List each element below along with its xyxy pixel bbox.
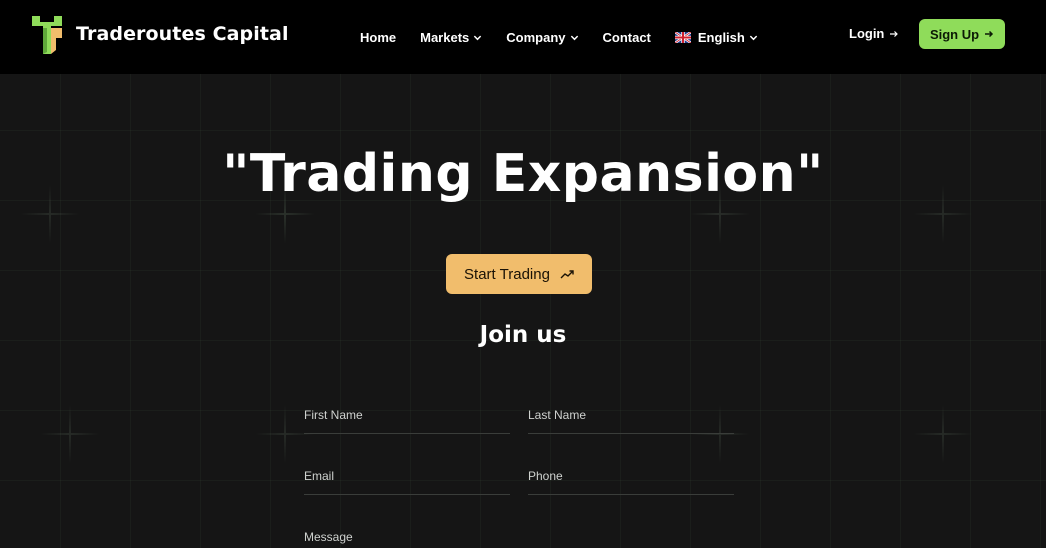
navbar: Traderoutes Capital Home Markets Company…	[0, 0, 1046, 74]
first-name-label: First Name	[304, 408, 363, 422]
chevron-down-icon	[570, 35, 578, 40]
main-nav: Home Markets Company Contact English	[360, 0, 782, 74]
nav-company-label: Company	[506, 29, 566, 45]
last-name-field[interactable]: Last Name	[528, 406, 734, 434]
email-field[interactable]: Email	[304, 467, 510, 495]
uk-flag-icon	[674, 31, 691, 43]
brand-name: Traderoutes Capital	[76, 23, 289, 45]
login-label: Login	[849, 26, 885, 41]
hero-title: "Trading Expansion"	[222, 144, 824, 204]
language-selector[interactable]: English	[674, 29, 758, 45]
chevron-down-icon	[749, 35, 758, 40]
trending-up-icon	[560, 270, 574, 279]
message-label: Message	[304, 530, 353, 544]
nav-home[interactable]: Home	[360, 30, 396, 45]
login-link[interactable]: Login	[849, 26, 899, 41]
arrow-right-icon	[890, 30, 899, 37]
nav-contact[interactable]: Contact	[603, 30, 651, 45]
hero-section: "Trading Expansion" Start Trading Join u…	[0, 74, 1046, 548]
arrow-right-icon	[985, 30, 994, 38]
language-label: English	[697, 29, 745, 45]
start-trading-button[interactable]: Start Trading	[446, 254, 592, 294]
signup-label: Sign Up	[929, 26, 980, 42]
message-field[interactable]: Message	[304, 528, 734, 548]
traderoutes-logo-icon	[32, 16, 62, 54]
nav-markets[interactable]: Markets	[420, 30, 482, 45]
brand[interactable]: Traderoutes Capital	[32, 14, 289, 54]
join-us-title: Join us	[479, 322, 567, 348]
nav-markets-label: Markets	[420, 29, 470, 45]
sparkle-decoration	[40, 404, 100, 464]
first-name-field[interactable]: First Name	[304, 406, 510, 434]
nav-home-label: Home	[360, 29, 397, 45]
phone-field[interactable]: Phone	[528, 467, 734, 495]
start-trading-label: Start Trading	[464, 265, 550, 283]
phone-label: Phone	[528, 469, 563, 483]
nav-company[interactable]: Company	[506, 30, 578, 45]
nav-contact-label: Contact	[602, 29, 651, 45]
email-label: Email	[304, 469, 335, 483]
chevron-down-icon	[474, 35, 482, 40]
signup-button[interactable]: Sign Up	[919, 19, 1005, 49]
sparkle-decoration	[913, 404, 973, 464]
last-name-label: Last Name	[528, 408, 587, 422]
